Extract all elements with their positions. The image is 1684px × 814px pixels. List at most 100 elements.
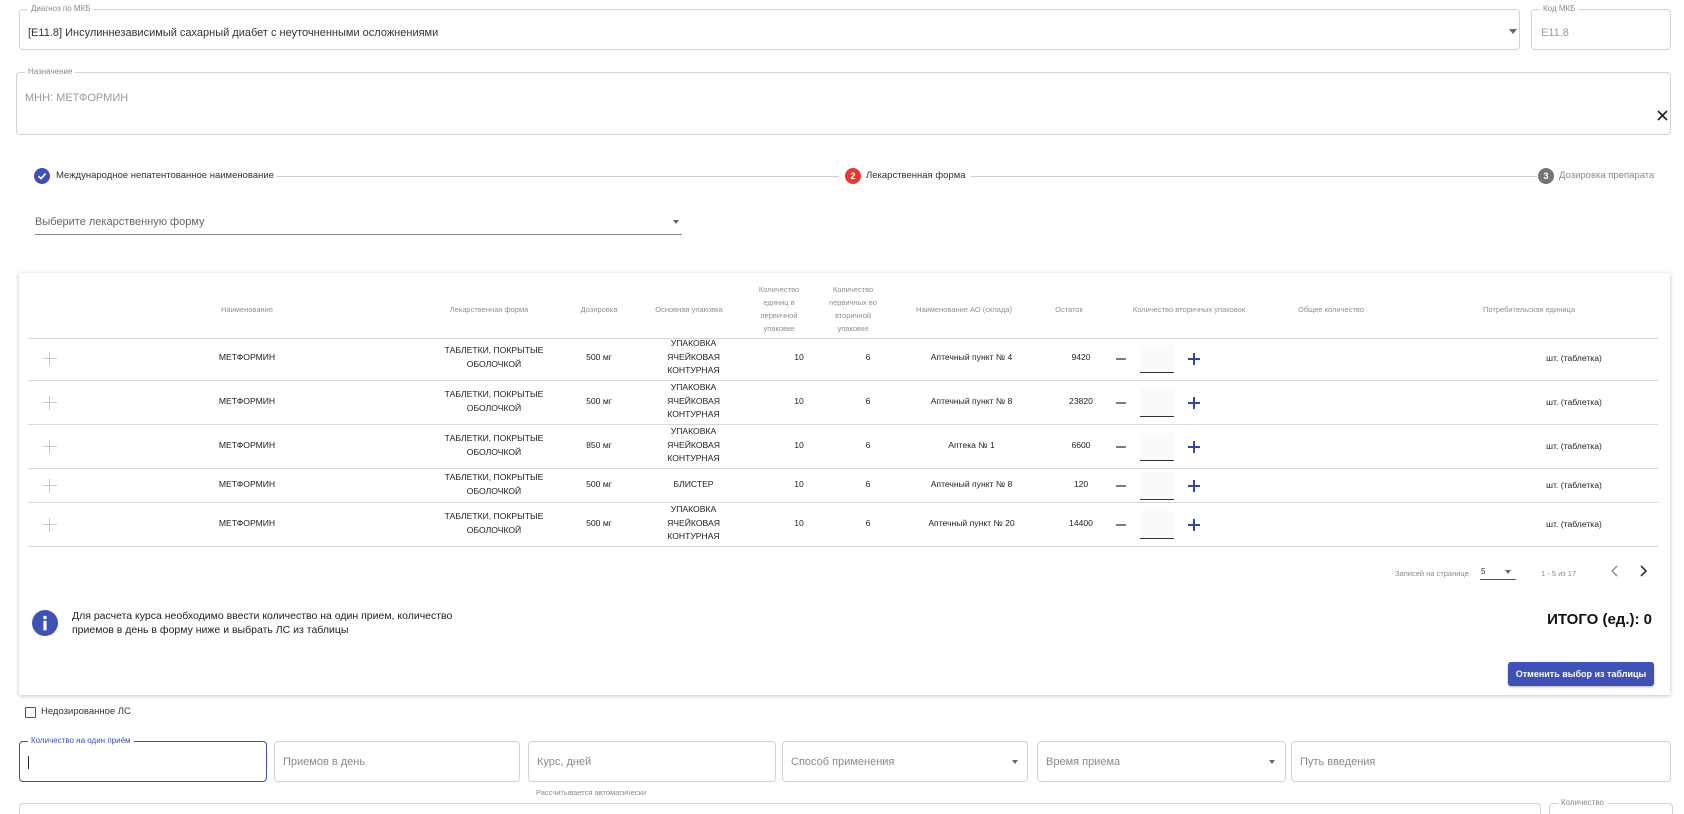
qty-per-dose-label: Количество на один приём <box>28 736 134 746</box>
intake-time-select[interactable]: Время приема <box>1037 741 1286 782</box>
expand-row-icon[interactable] <box>43 352 57 366</box>
cell-name: МЕТФОРМИН <box>218 396 276 406</box>
cell-consumer: шт. (таблетка) <box>1546 519 1602 529</box>
col-header-name: Наименование <box>221 305 273 314</box>
increment-button[interactable] <box>1188 353 1200 365</box>
col-header-secondary: Количество вторичных упаковок <box>1132 305 1246 314</box>
cell-package: УПАКОВКА ЯЧЕЙКОВАЯ КОНТУРНАЯ <box>667 504 720 541</box>
qty-per-dose-field[interactable]: Количество на один приём <box>19 736 267 782</box>
col-header-primary: Количество первичных во вторичной упаков… <box>829 285 877 333</box>
col-header-form: Лекарственная форма <box>449 305 529 314</box>
diagnosis-value: [E11.8] Инсулиннезависимый сахарный диаб… <box>28 27 439 39</box>
application-method-select[interactable]: Способ применения <box>782 741 1028 782</box>
doses-per-day-field[interactable]: Приемов в день <box>274 741 520 782</box>
cell-primary: 6 <box>865 479 871 489</box>
step-3-label: Дозировка препарата <box>1559 170 1655 181</box>
course-days-field[interactable]: Курс, дней <box>528 741 776 782</box>
cell-stock: 23820 <box>1069 396 1093 406</box>
row-divider <box>28 468 1658 469</box>
increment-button[interactable] <box>1188 519 1200 531</box>
cell-store: Аптечный пункт № 20 <box>928 518 1015 528</box>
cell-form: ТАБЛЕТКИ, ПОКРЫТЫЕ ОБОЛОЧКОЙ <box>444 433 544 457</box>
undosed-checkbox[interactable] <box>25 707 36 718</box>
medicine-table-card: Наименование Лекарственная форма Дозиров… <box>19 273 1670 695</box>
text-cursor <box>28 756 29 769</box>
route-field[interactable]: Путь введения <box>1291 741 1671 782</box>
cell-units: 10 <box>794 352 804 362</box>
cell-primary: 6 <box>865 352 871 362</box>
col-header-stock: Остаток <box>1055 305 1083 314</box>
col-header-store: Наименование АО (склада) <box>915 305 1013 314</box>
step-2-label: Лекарственная форма <box>866 170 966 181</box>
expand-row-icon[interactable] <box>43 396 57 410</box>
diagnosis-field[interactable]: Диагноз по МКБ [E11.8] Инсулиннезависимы… <box>19 4 1520 50</box>
cell-form: ТАБЛЕТКИ, ПОКРЫТЫЕ ОБОЛОЧКОЙ <box>444 345 544 369</box>
cell-name: МЕТФОРМИН <box>218 518 276 528</box>
expand-row-icon[interactable] <box>43 518 57 532</box>
info-icon <box>32 610 58 636</box>
dosage-form-placeholder: Выберите лекарственную форму <box>35 216 205 228</box>
header-divider <box>28 338 1658 339</box>
cell-dosage: 500 мг <box>586 352 612 362</box>
cell-package: УПАКОВКА ЯЧЕЙКОВАЯ КОНТУРНАЯ <box>667 426 720 463</box>
row-divider <box>28 546 1658 547</box>
cell-primary: 6 <box>865 518 871 528</box>
step-connector <box>277 176 839 177</box>
increment-button[interactable] <box>1188 441 1200 453</box>
cell-dosage: 500 мг <box>586 518 612 528</box>
cell-stock: 120 <box>1073 479 1089 489</box>
decrement-button[interactable] <box>1116 402 1126 404</box>
chevron-down-icon[interactable] <box>673 220 679 224</box>
cell-name: МЕТФОРМИН <box>218 352 276 362</box>
cell-primary: 6 <box>865 396 871 406</box>
col-header-units: Количество единиц в первичной упаковке <box>758 285 800 333</box>
expand-row-icon[interactable] <box>43 479 57 493</box>
chevron-down-icon <box>1012 760 1018 764</box>
icd-code-field: Код МКБ E11.8 <box>1531 4 1671 50</box>
step-connector <box>971 176 1537 177</box>
quantity-input[interactable] <box>1140 389 1174 417</box>
route-placeholder: Путь введения <box>1300 756 1376 768</box>
cell-units: 10 <box>794 396 804 406</box>
decrement-button[interactable] <box>1116 524 1126 526</box>
quantity-input[interactable] <box>1140 433 1174 461</box>
expand-row-icon[interactable] <box>43 440 57 454</box>
intake-time-placeholder: Время приема <box>1046 756 1121 768</box>
cell-dosage: 500 мг <box>586 479 612 489</box>
cell-stock: 9420 <box>1071 352 1091 362</box>
prescription-field[interactable]: Назначение МНН: МЕТФОРМИН <box>16 67 1671 135</box>
diagnosis-label: Диагноз по МКБ <box>28 4 94 14</box>
increment-button[interactable] <box>1188 480 1200 492</box>
chevron-down-icon[interactable] <box>1509 29 1517 34</box>
rows-per-page-label: Записей на странице <box>1395 569 1469 578</box>
undosed-label: Недозированное ЛС <box>41 706 131 717</box>
cell-stock: 14400 <box>1069 518 1093 528</box>
col-header-consumer: Потребительская единица <box>1482 305 1575 314</box>
dosage-form-select[interactable]: Выберите лекарственную форму <box>35 212 682 235</box>
cell-store: Аптека № 1 <box>948 440 995 450</box>
quantity-input[interactable] <box>1140 472 1174 500</box>
icd-code-value: E11.8 <box>1541 27 1569 39</box>
increment-button[interactable] <box>1188 397 1200 409</box>
cell-name: МЕТФОРМИН <box>218 440 276 450</box>
decrement-button[interactable] <box>1116 485 1126 487</box>
cell-store: Аптечный пункт № 8 <box>930 479 1013 489</box>
total-label: ИТОГО (ед.): 0 <box>1547 611 1652 628</box>
quantity-input[interactable] <box>1140 511 1174 539</box>
cancel-selection-button[interactable]: Отменить выбор из таблицы <box>1508 662 1654 686</box>
chevron-right-icon[interactable] <box>1638 565 1648 577</box>
close-icon[interactable] <box>1657 110 1668 121</box>
cell-consumer: шт. (таблетка) <box>1546 441 1602 451</box>
cell-consumer: шт. (таблетка) <box>1546 353 1602 363</box>
rows-per-page-value: 5 <box>1481 567 1486 576</box>
decrement-button[interactable] <box>1116 446 1126 448</box>
cell-form: ТАБЛЕТКИ, ПОКРЫТЫЕ ОБОЛОЧКОЙ <box>444 389 544 413</box>
chevron-left-icon[interactable] <box>1610 565 1620 577</box>
col-header-package: Основная упаковка <box>655 305 723 314</box>
quantity-input[interactable] <box>1140 345 1174 373</box>
cell-dosage: 850 мг <box>586 440 612 450</box>
rows-per-page-select[interactable]: 5 <box>1480 565 1516 580</box>
decrement-button[interactable] <box>1116 358 1126 360</box>
cell-store: Аптечный пункт № 4 <box>930 352 1013 362</box>
quantity-field-label: Количество <box>1558 798 1607 808</box>
